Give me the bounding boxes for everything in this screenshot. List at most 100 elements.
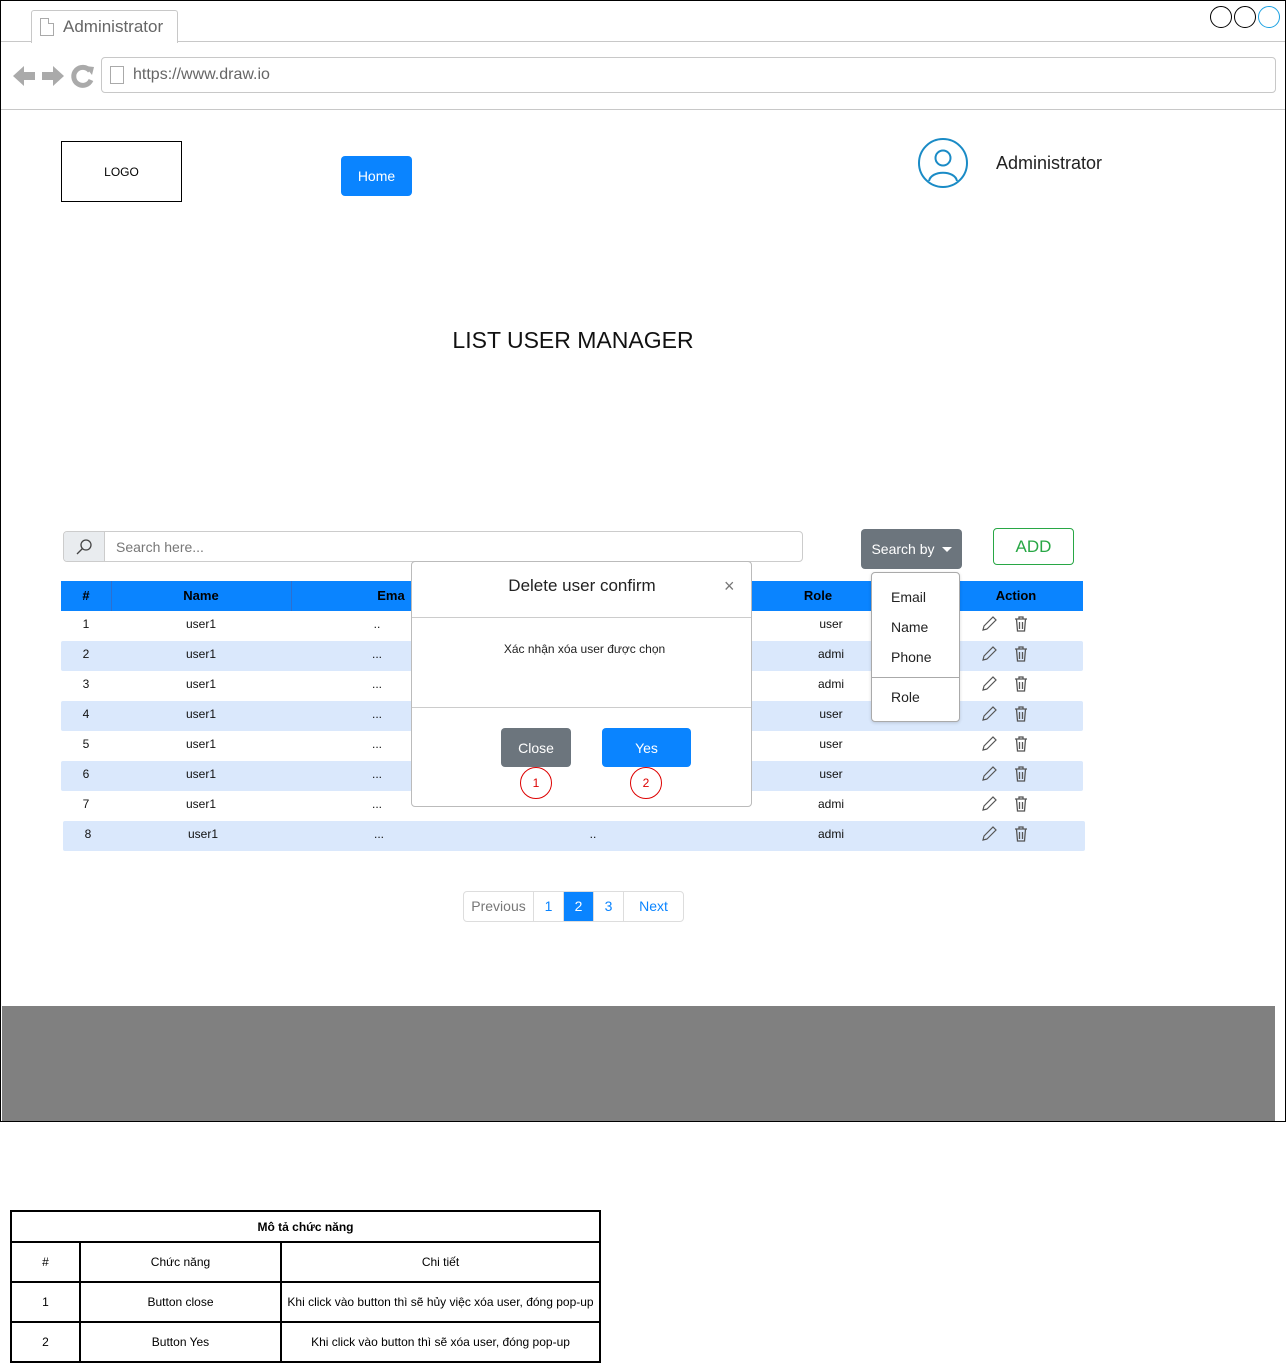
trash-icon[interactable]	[1011, 614, 1031, 634]
row-role: admi	[817, 677, 844, 691]
tab-strip: Administrator	[1, 1, 1285, 43]
annotation-marker-2: 2	[630, 767, 662, 799]
pencil-icon[interactable]	[979, 794, 999, 814]
pencil-icon[interactable]	[979, 734, 999, 754]
pagination: Previous 1 2 3 Next	[463, 891, 684, 922]
page-button-2[interactable]: 2	[564, 892, 594, 921]
column-divider	[291, 581, 292, 611]
page-title: LIST USER MANAGER	[452, 327, 694, 353]
close-button[interactable]: Close	[501, 728, 571, 767]
row-number: 5	[82, 737, 90, 751]
tab-title: Administrator	[63, 17, 164, 36]
url-field[interactable]: https://www.draw.io	[101, 57, 1276, 93]
search-by-label: Search by	[871, 541, 935, 557]
trash-icon[interactable]	[1011, 644, 1031, 664]
row-role: user	[819, 767, 843, 781]
row-email: ...	[371, 707, 382, 721]
trash-icon[interactable]	[1011, 764, 1031, 784]
browser-tab[interactable]: Administrator	[31, 10, 178, 43]
row-role: user	[819, 617, 843, 631]
page-button-1[interactable]: 1	[534, 892, 564, 921]
magnifier-icon	[76, 539, 92, 555]
row-name: user1	[185, 707, 217, 721]
row-name: user1	[185, 737, 217, 751]
pencil-icon[interactable]	[979, 764, 999, 784]
back-icon[interactable]	[11, 63, 37, 89]
description-cell: Khi click vào button thì sẽ xóa user, đó…	[280, 1321, 601, 1363]
column-header: Name	[183, 588, 219, 603]
pencil-icon[interactable]	[979, 824, 999, 844]
next-page-button[interactable]: Next	[624, 892, 683, 921]
row-number: 4	[82, 707, 90, 721]
row-name: user1	[187, 827, 219, 841]
pencil-icon[interactable]	[979, 614, 999, 634]
function-description-table: Mô tả chức năng # Chức năng Chi tiết 1 B…	[10, 1210, 601, 1363]
row-number: 6	[82, 767, 90, 781]
yes-button[interactable]: Yes	[602, 728, 691, 767]
trash-icon[interactable]	[1011, 674, 1031, 694]
page-button-3[interactable]: 3	[594, 892, 624, 921]
table-row[interactable]: 8 user1 ... .. admi	[63, 821, 1085, 851]
row-email: ...	[371, 647, 382, 661]
row-email: ...	[371, 797, 382, 811]
column-header: #	[82, 588, 90, 603]
column-header: Action	[995, 588, 1037, 603]
window-button-2[interactable]	[1234, 6, 1256, 28]
description-header: Chi tiết	[280, 1241, 601, 1283]
row-name: user1	[185, 797, 217, 811]
row-number: 8	[84, 827, 92, 841]
description-cell: 2	[10, 1321, 81, 1363]
row-role: admi	[817, 797, 844, 811]
row-role: user	[819, 707, 843, 721]
trash-icon[interactable]	[1011, 824, 1031, 844]
search-by-button[interactable]: Search by	[861, 529, 962, 569]
delete-confirm-modal: Delete user confirm × Xác nhận xóa user …	[411, 561, 752, 807]
modal-divider	[412, 617, 751, 618]
window-button-1[interactable]	[1210, 6, 1232, 28]
close-icon[interactable]: ×	[724, 576, 735, 597]
pencil-icon[interactable]	[979, 644, 999, 664]
home-button[interactable]: Home	[341, 156, 412, 196]
modal-message: Xác nhận xóa user được chọn	[503, 642, 666, 656]
row-name: user1	[185, 767, 217, 781]
row-email: ...	[371, 737, 382, 751]
caret-down-icon	[941, 546, 952, 552]
menu-item-email[interactable]: Email	[891, 589, 926, 605]
trash-icon[interactable]	[1011, 734, 1031, 754]
window-button-3[interactable]	[1258, 6, 1280, 28]
page-icon	[110, 66, 124, 84]
row-email: ...	[371, 767, 382, 781]
add-button[interactable]: ADD	[993, 528, 1074, 565]
search-input[interactable]	[106, 532, 802, 561]
address-bar-area: https://www.draw.io	[1, 43, 1285, 110]
pencil-icon[interactable]	[979, 704, 999, 724]
search-by-menu: Email Name Phone Role	[871, 572, 960, 722]
row-name: user1	[185, 647, 217, 661]
user-circle-icon[interactable]	[917, 137, 969, 189]
row-name: user1	[185, 617, 217, 631]
row-email: ...	[371, 677, 382, 691]
user-name[interactable]: Administrator	[996, 153, 1102, 174]
row-number: 1	[82, 617, 90, 631]
menu-item-role[interactable]: Role	[891, 689, 920, 705]
previous-page-button[interactable]: Previous	[464, 892, 534, 921]
trash-icon[interactable]	[1011, 704, 1031, 724]
description-cell: Khi click vào button thì sẽ hủy việc xóa…	[280, 1281, 601, 1323]
page-icon	[40, 18, 54, 36]
trash-icon[interactable]	[1011, 794, 1031, 814]
description-cell: 1	[10, 1281, 81, 1323]
menu-divider	[872, 677, 959, 678]
description-header: Chức năng	[79, 1241, 282, 1283]
pencil-icon[interactable]	[979, 674, 999, 694]
menu-item-name[interactable]: Name	[891, 619, 928, 635]
refresh-icon[interactable]	[70, 63, 96, 89]
row-role: user	[819, 737, 843, 751]
url-text[interactable]: https://www.draw.io	[133, 66, 270, 84]
modal-divider	[412, 707, 751, 708]
menu-item-phone[interactable]: Phone	[891, 649, 931, 665]
browser-window: Administrator https://www.draw.io LOGO H…	[0, 0, 1286, 1122]
row-number: 3	[82, 677, 90, 691]
row-email: ..	[373, 617, 381, 631]
description-cell: Button Yes	[79, 1321, 282, 1363]
forward-icon[interactable]	[40, 63, 66, 89]
